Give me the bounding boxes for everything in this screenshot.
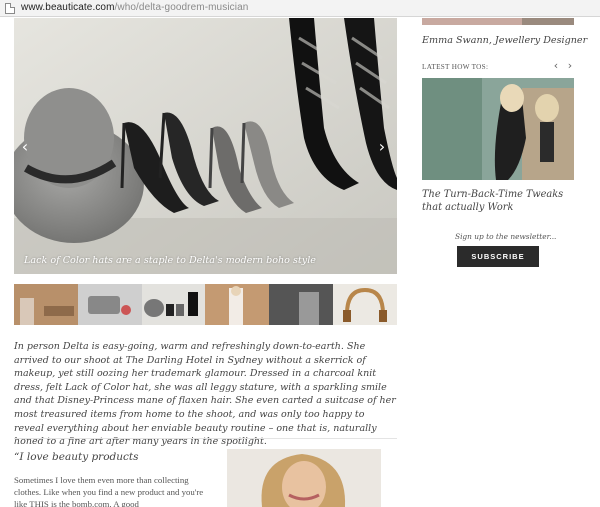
slider-next-chevron-right-icon[interactable]: ›: [375, 138, 389, 156]
subscribe-button[interactable]: SUBSCRIBE: [457, 246, 539, 267]
thumb-headphones[interactable]: [333, 284, 398, 325]
designer-caption[interactable]: Emma Swann, Jewellery Designer: [422, 35, 587, 46]
how-to-image[interactable]: [422, 78, 574, 180]
hero-image: [14, 18, 397, 274]
hero-caption: Lack of Color hats are a staple to Delta…: [24, 255, 316, 266]
divider: [14, 438, 397, 439]
thumb-makeup-bag[interactable]: [77, 284, 142, 325]
article-paragraph: Sometimes I love them even more than col…: [14, 475, 204, 507]
sidebar-next-chevron-right-icon[interactable]: ›: [565, 59, 575, 73]
url-text[interactable]: www.beauticate.com/who/delta-goodrem-mus…: [21, 2, 248, 13]
how-to-article-title[interactable]: The Turn-Back-Time Tweaks that actually …: [422, 188, 582, 214]
quote-heading: “I love beauty products: [14, 451, 139, 463]
url-path: /who/delta-goodrem-musician: [114, 2, 249, 13]
thumbnail-strip: [14, 284, 398, 325]
thumb-living-room[interactable]: [14, 284, 78, 325]
article-intro: In person Delta is easy-going, warm and …: [14, 341, 396, 448]
thumb-dress[interactable]: [205, 284, 270, 325]
latest-how-tos-label: LATEST HOW TOS:: [422, 63, 489, 71]
sidebar-prev-chevron-left-icon[interactable]: ‹: [551, 59, 561, 73]
hero-slider: ‹ › Lack of Color hats are a staple to D…: [14, 18, 397, 274]
page-icon: [5, 3, 15, 14]
url-host: www.beauticate.com: [21, 2, 115, 13]
thumb-bw-portrait[interactable]: [269, 284, 334, 325]
sidebar-top-image[interactable]: [422, 14, 574, 25]
portrait-image: [227, 449, 381, 507]
thumb-shoes[interactable]: [141, 284, 206, 325]
slider-prev-chevron-left-icon[interactable]: ‹: [18, 138, 32, 156]
newsletter-text: Sign up to the newsletter...: [455, 232, 557, 241]
